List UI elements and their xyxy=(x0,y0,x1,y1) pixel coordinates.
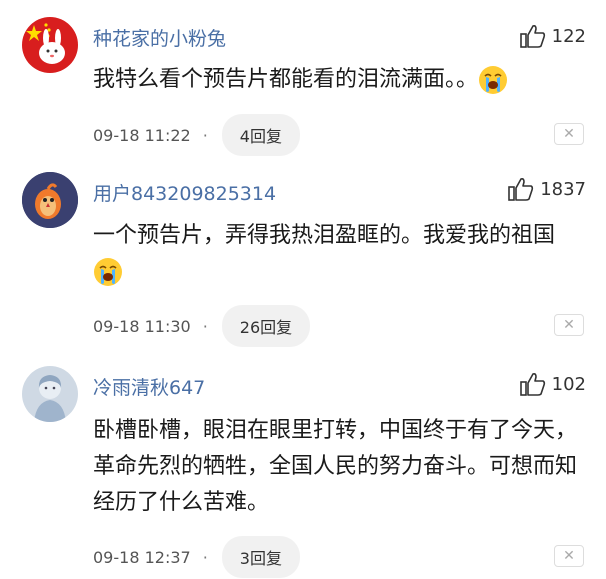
reply-count-button[interactable]: 26回复 xyxy=(221,305,311,347)
comment-text: 卧槽卧槽，眼泪在眼里打转，中国终于有了今天，革命先烈的牺牲，全国人民的努力奋斗。… xyxy=(93,413,581,521)
comment-text-content: 卧槽卧槽，眼泪在眼里打转，中国终于有了今天，革命先烈的牺牲，全国人民的努力奋斗。… xyxy=(93,418,578,515)
timestamp: 09-18 11:22 xyxy=(93,125,191,145)
comment-meta: 09-18 11:22 · 4回复 xyxy=(93,114,300,156)
username[interactable]: 冷雨清秋647 xyxy=(93,373,205,400)
crying-emoji-icon xyxy=(94,258,122,286)
separator-dot: · xyxy=(202,125,208,145)
like-button[interactable]: 1837 xyxy=(508,177,586,201)
comment-text: 我特么看个预告片都能看的泪流满面。。 xyxy=(93,62,573,98)
comment-text-content: 我特么看个预告片都能看的泪流满面。。 xyxy=(93,67,479,92)
comment-text-content: 一个预告片，弄得我热泪盈眶的。我爱我的祖国 xyxy=(93,223,556,248)
comment-meta: 09-18 11:30 · 26回复 xyxy=(93,305,311,347)
username[interactable]: 用户843209825314 xyxy=(93,179,276,206)
like-count: 102 xyxy=(551,373,586,395)
avatar[interactable] xyxy=(22,172,78,228)
girl-avatar-icon xyxy=(22,366,78,422)
dismiss-button[interactable]: ✕ xyxy=(554,314,584,336)
avatar[interactable] xyxy=(22,17,78,73)
reply-count-button[interactable]: 3回复 xyxy=(221,536,300,578)
comment-meta: 09-18 12:37 · 3回复 xyxy=(93,536,300,578)
timestamp: 09-18 12:37 xyxy=(93,547,191,567)
thumbs-up-icon xyxy=(519,373,545,396)
like-count: 122 xyxy=(551,25,586,47)
separator-dot: · xyxy=(202,547,208,567)
reply-count-button[interactable]: 4回复 xyxy=(221,114,300,156)
avatar[interactable] xyxy=(22,366,78,422)
comment-text: 一个预告片，弄得我热泪盈眶的。我爱我的祖国 xyxy=(93,218,581,290)
like-count: 1837 xyxy=(540,178,586,200)
close-icon: ✕ xyxy=(563,548,575,564)
timestamp: 09-18 11:30 xyxy=(93,316,191,336)
close-icon: ✕ xyxy=(563,126,575,142)
crying-emoji-icon xyxy=(479,66,508,94)
dismiss-button[interactable]: ✕ xyxy=(554,123,584,145)
dismiss-button[interactable]: ✕ xyxy=(554,545,584,567)
separator-dot: · xyxy=(202,316,208,336)
thumbs-up-icon xyxy=(508,178,534,201)
like-button[interactable]: 102 xyxy=(519,372,586,396)
username[interactable]: 种花家的小粉兔 xyxy=(93,24,226,51)
close-icon: ✕ xyxy=(563,317,575,333)
thumbs-up-icon xyxy=(519,25,545,48)
like-button[interactable]: 122 xyxy=(519,24,586,48)
flag-bunny-avatar-icon xyxy=(22,17,78,73)
bird-avatar-icon xyxy=(22,172,78,228)
